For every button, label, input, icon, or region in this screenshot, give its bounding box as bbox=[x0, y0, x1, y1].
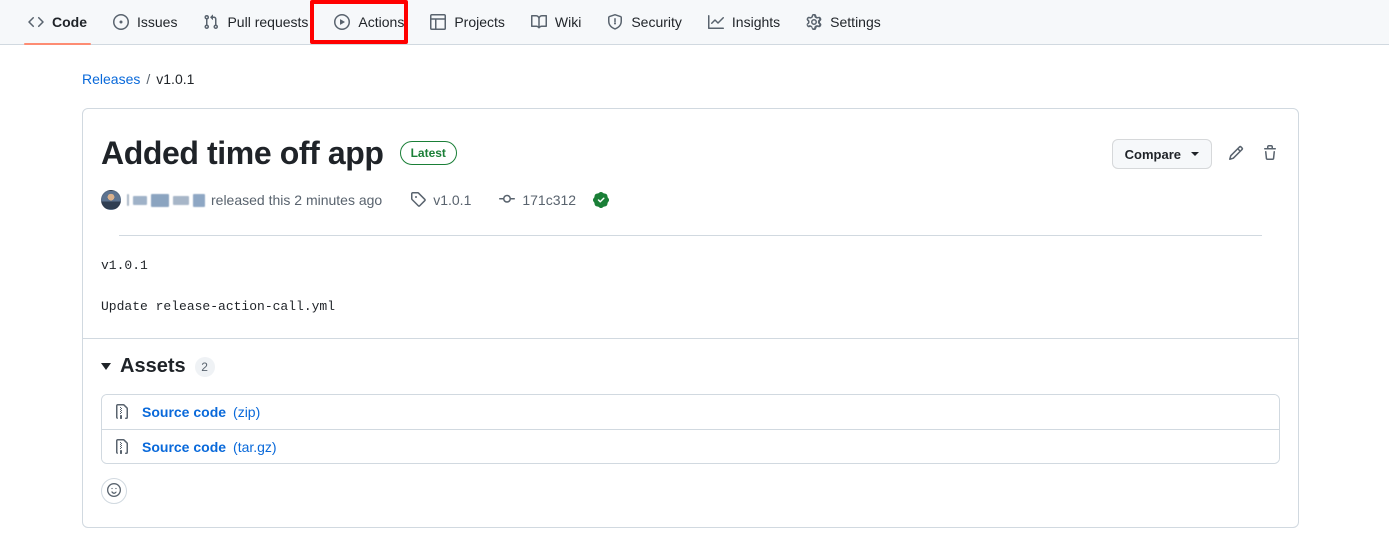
release-body: v1.0.1 Update release-action-call.yml bbox=[83, 236, 1298, 316]
status-badge: Latest bbox=[399, 141, 457, 165]
nav-tab-code-label: Code bbox=[52, 14, 87, 30]
breadcrumb-releases-link[interactable]: Releases bbox=[82, 71, 140, 87]
nav-tab-projects[interactable]: Projects bbox=[418, 0, 517, 44]
delete-release-button[interactable] bbox=[1260, 144, 1280, 164]
compare-button[interactable]: Compare bbox=[1111, 139, 1212, 169]
assets-title: Assets bbox=[120, 355, 186, 377]
file-zip-icon bbox=[114, 404, 130, 420]
nav-tab-security-label: Security bbox=[631, 14, 682, 30]
compare-button-label: Compare bbox=[1124, 146, 1181, 162]
nav-tab-issues[interactable]: Issues bbox=[101, 0, 189, 44]
trash-icon bbox=[1262, 144, 1278, 164]
nav-tab-actions[interactable]: Actions bbox=[322, 0, 416, 44]
release-tag[interactable]: v1.0.1 bbox=[410, 191, 471, 210]
add-reaction-button[interactable] bbox=[101, 478, 127, 504]
nav-tab-wiki[interactable]: Wiki bbox=[519, 0, 593, 44]
asset-name-link[interactable]: Source code bbox=[142, 439, 226, 455]
nav-tab-issues-label: Issues bbox=[137, 14, 178, 30]
release-title-row: Added time off app Latest Compare bbox=[101, 133, 1280, 173]
reactions-row bbox=[83, 464, 1298, 504]
nav-tab-code[interactable]: Code bbox=[16, 0, 99, 45]
avatar[interactable] bbox=[101, 190, 121, 210]
assets-count-badge: 2 bbox=[194, 356, 215, 377]
release-commit-sha: 171c312 bbox=[522, 192, 577, 208]
repo-nav-list: Code Issues Pull requests Actions Projec bbox=[16, 0, 893, 45]
shield-icon bbox=[607, 14, 623, 30]
nav-tab-actions-label: Actions bbox=[358, 14, 405, 30]
pencil-icon bbox=[1228, 145, 1244, 164]
release-body-line-1: v1.0.1 bbox=[101, 258, 148, 273]
book-icon bbox=[530, 14, 547, 30]
file-zip-icon bbox=[114, 438, 130, 455]
nav-tab-settings[interactable]: Settings bbox=[794, 0, 893, 44]
nav-tab-pull-requests[interactable]: Pull requests bbox=[191, 0, 320, 44]
release-header: Added time off app Latest Compare releas… bbox=[83, 109, 1298, 236]
gear-icon bbox=[806, 14, 822, 30]
asset-kind-label: (zip) bbox=[233, 404, 261, 420]
table-icon bbox=[430, 14, 447, 30]
release-commit[interactable]: 171c312 bbox=[499, 191, 610, 210]
code-icon bbox=[28, 14, 44, 30]
breadcrumb-current: v1.0.1 bbox=[156, 71, 195, 87]
page-content: Releases / v1.0.1 Added time off app Lat… bbox=[0, 69, 1389, 528]
nav-tab-insights-label: Insights bbox=[731, 14, 781, 30]
chevron-down-icon bbox=[101, 363, 111, 370]
nav-tab-insights[interactable]: Insights bbox=[696, 0, 792, 44]
list-item[interactable]: Source code (tar.gz) bbox=[102, 429, 1279, 463]
repo-nav: Code Issues Pull requests Actions Projec bbox=[0, 0, 1389, 45]
assets-list: Source code (zip) Source code (tar.gz) bbox=[101, 394, 1280, 464]
release-title-group: Added time off app Latest bbox=[101, 133, 457, 173]
nav-tab-security[interactable]: Security bbox=[595, 0, 694, 44]
verified-check-icon bbox=[593, 192, 610, 208]
nav-tab-pull-requests-label: Pull requests bbox=[227, 14, 309, 30]
git-pull-request-icon bbox=[203, 14, 219, 30]
breadcrumb: Releases / v1.0.1 bbox=[82, 69, 1389, 89]
assets-section: Assets 2 Source code (zip) Source code (… bbox=[83, 339, 1298, 464]
nav-tab-wiki-label: Wiki bbox=[554, 14, 582, 30]
release-tag-label: v1.0.1 bbox=[433, 192, 472, 208]
released-timestamp: released this 2 minutes ago bbox=[211, 192, 383, 208]
release-actions: Compare bbox=[1111, 133, 1280, 169]
page-title: Added time off app bbox=[101, 135, 384, 171]
release-card: Added time off app Latest Compare releas… bbox=[82, 108, 1299, 528]
graph-icon bbox=[707, 14, 724, 30]
chevron-down-icon bbox=[1191, 152, 1199, 156]
play-icon bbox=[334, 14, 351, 30]
edit-release-button[interactable] bbox=[1226, 144, 1246, 164]
release-meta-row: released this 2 minutes ago v1.0.1 171c3… bbox=[101, 189, 1280, 211]
nav-tab-projects-label: Projects bbox=[454, 14, 505, 30]
asset-kind-label: (tar.gz) bbox=[233, 438, 277, 455]
assets-toggle[interactable]: Assets 2 bbox=[101, 355, 215, 378]
breadcrumb-separator: / bbox=[146, 71, 151, 87]
author-username-redacted bbox=[127, 193, 205, 207]
commit-icon bbox=[499, 191, 516, 210]
list-item[interactable]: Source code (zip) bbox=[102, 395, 1279, 429]
tag-icon bbox=[410, 191, 426, 210]
smiley-icon bbox=[107, 482, 121, 500]
asset-name-link[interactable]: Source code bbox=[142, 404, 226, 420]
release-body-line-2: Update release-action-call.yml bbox=[101, 298, 336, 314]
nav-tab-settings-label: Settings bbox=[830, 14, 881, 30]
issue-icon bbox=[113, 14, 129, 30]
